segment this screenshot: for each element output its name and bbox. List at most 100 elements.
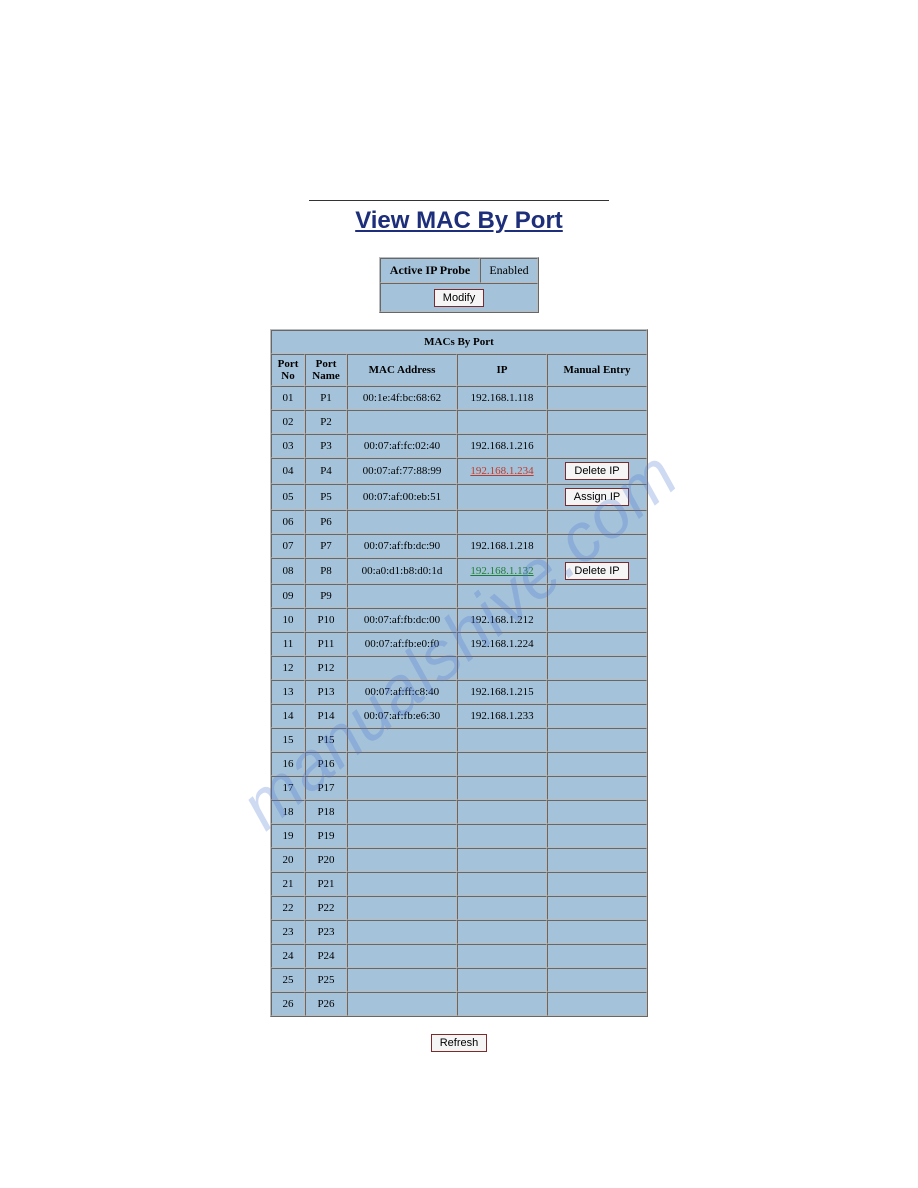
cell-ip (457, 752, 547, 776)
cell-mac: 00:07:af:fb:dc:00 (347, 608, 457, 632)
cell-mac (347, 872, 457, 896)
refresh-button[interactable]: Refresh (431, 1034, 488, 1052)
title-rule (309, 200, 609, 201)
cell-manual (547, 608, 647, 632)
cell-mac: 00:a0:d1:b8:d0:1d (347, 558, 457, 584)
cell-ip (457, 920, 547, 944)
cell-manual (547, 410, 647, 434)
cell-mac (347, 848, 457, 872)
table-row: 05P500:07:af:00:eb:51 Assign IP (271, 484, 647, 510)
table-row: 02P2 (271, 410, 647, 434)
table-row: 21P21 (271, 872, 647, 896)
cell-mac (347, 584, 457, 608)
cell-ip (457, 728, 547, 752)
cell-mac: 00:07:af:fb:e6:30 (347, 704, 457, 728)
cell-port-name: P14 (305, 704, 347, 728)
cell-manual (547, 680, 647, 704)
cell-port-name: P19 (305, 824, 347, 848)
cell-manual (547, 968, 647, 992)
cell-port-name: P13 (305, 680, 347, 704)
table-row: 25P25 (271, 968, 647, 992)
delete-ip-button[interactable]: Delete IP (565, 462, 628, 480)
cell-port-name: P24 (305, 944, 347, 968)
table-row: 11P1100:07:af:fb:e0:f0192.168.1.224 (271, 632, 647, 656)
cell-mac: 00:07:af:fc:02:40 (347, 434, 457, 458)
macs-by-port-table: MACs By Port Port No Port Name MAC Addre… (270, 329, 648, 1017)
cell-port-no: 10 (271, 608, 305, 632)
page-container: View MAC By Port Active IP Probe Enabled… (0, 0, 918, 1052)
cell-ip (457, 776, 547, 800)
table-row: 17P17 (271, 776, 647, 800)
cell-port-name: P22 (305, 896, 347, 920)
ip-value: 192.168.1.218 (470, 540, 533, 552)
table-row: 24P24 (271, 944, 647, 968)
cell-ip (457, 656, 547, 680)
cell-manual (547, 434, 647, 458)
modify-button[interactable]: Modify (434, 289, 484, 307)
delete-ip-button[interactable]: Delete IP (565, 562, 628, 580)
table-row: 23P23 (271, 920, 647, 944)
cell-ip (457, 510, 547, 534)
table-row: 03P300:07:af:fc:02:40192.168.1.216 (271, 434, 647, 458)
cell-port-no: 26 (271, 992, 305, 1016)
cell-port-no: 14 (271, 704, 305, 728)
cell-port-name: P21 (305, 872, 347, 896)
cell-port-name: P9 (305, 584, 347, 608)
cell-port-name: P11 (305, 632, 347, 656)
table-row: 04P400:07:af:77:88:99192.168.1.234Delete… (271, 458, 647, 484)
cell-manual (547, 800, 647, 824)
cell-ip (457, 872, 547, 896)
cell-port-name: P16 (305, 752, 347, 776)
cell-mac (347, 728, 457, 752)
cell-manual (547, 776, 647, 800)
cell-port-name: P2 (305, 410, 347, 434)
cell-port-no: 19 (271, 824, 305, 848)
cell-ip: 192.168.1.224 (457, 632, 547, 656)
cell-port-no: 21 (271, 872, 305, 896)
cell-manual (547, 656, 647, 680)
cell-ip: 192.168.1.132 (457, 558, 547, 584)
cell-ip (457, 800, 547, 824)
cell-mac (347, 510, 457, 534)
cell-mac (347, 824, 457, 848)
table-row: 06P6 (271, 510, 647, 534)
cell-ip: 192.168.1.233 (457, 704, 547, 728)
cell-port-no: 05 (271, 484, 305, 510)
cell-port-no: 23 (271, 920, 305, 944)
ip-value[interactable]: 192.168.1.234 (470, 465, 533, 477)
cell-port-name: P3 (305, 434, 347, 458)
cell-mac (347, 992, 457, 1016)
assign-ip-button[interactable]: Assign IP (565, 488, 629, 506)
cell-mac: 00:07:af:fb:dc:90 (347, 534, 457, 558)
cell-mac (347, 410, 457, 434)
cell-manual (547, 920, 647, 944)
table-row: 08P800:a0:d1:b8:d0:1d192.168.1.132Delete… (271, 558, 647, 584)
cell-mac: 00:1e:4f:bc:68:62 (347, 386, 457, 410)
ip-value: 192.168.1.224 (470, 638, 533, 650)
table-header-row: Port No Port Name MAC Address IP Manual … (271, 354, 647, 386)
cell-port-name: P26 (305, 992, 347, 1016)
cell-manual (547, 896, 647, 920)
cell-manual: Assign IP (547, 484, 647, 510)
header-mac: MAC Address (347, 354, 457, 386)
header-manual: Manual Entry (547, 354, 647, 386)
table-row: 14P1400:07:af:fb:e6:30 192.168.1.233 (271, 704, 647, 728)
cell-port-no: 08 (271, 558, 305, 584)
ip-value: 192.168.1.233 (470, 710, 533, 722)
table-row: 13P1300:07:af:ff:c8:40192.168.1.215 (271, 680, 647, 704)
cell-ip (457, 992, 547, 1016)
cell-mac: 00:07:af:00:eb:51 (347, 484, 457, 510)
cell-port-no: 01 (271, 386, 305, 410)
cell-port-name: P15 (305, 728, 347, 752)
table-row: 19P19 (271, 824, 647, 848)
cell-port-name: P5 (305, 484, 347, 510)
cell-manual (547, 872, 647, 896)
table-row: 22P22 (271, 896, 647, 920)
cell-manual (547, 704, 647, 728)
cell-ip: 192.168.1.234 (457, 458, 547, 484)
cell-port-name: P1 (305, 386, 347, 410)
cell-ip: 192.168.1.215 (457, 680, 547, 704)
cell-mac: 00:07:af:77:88:99 (347, 458, 457, 484)
ip-value: 192.168.1.118 (471, 392, 534, 404)
ip-value[interactable]: 192.168.1.132 (470, 565, 533, 577)
